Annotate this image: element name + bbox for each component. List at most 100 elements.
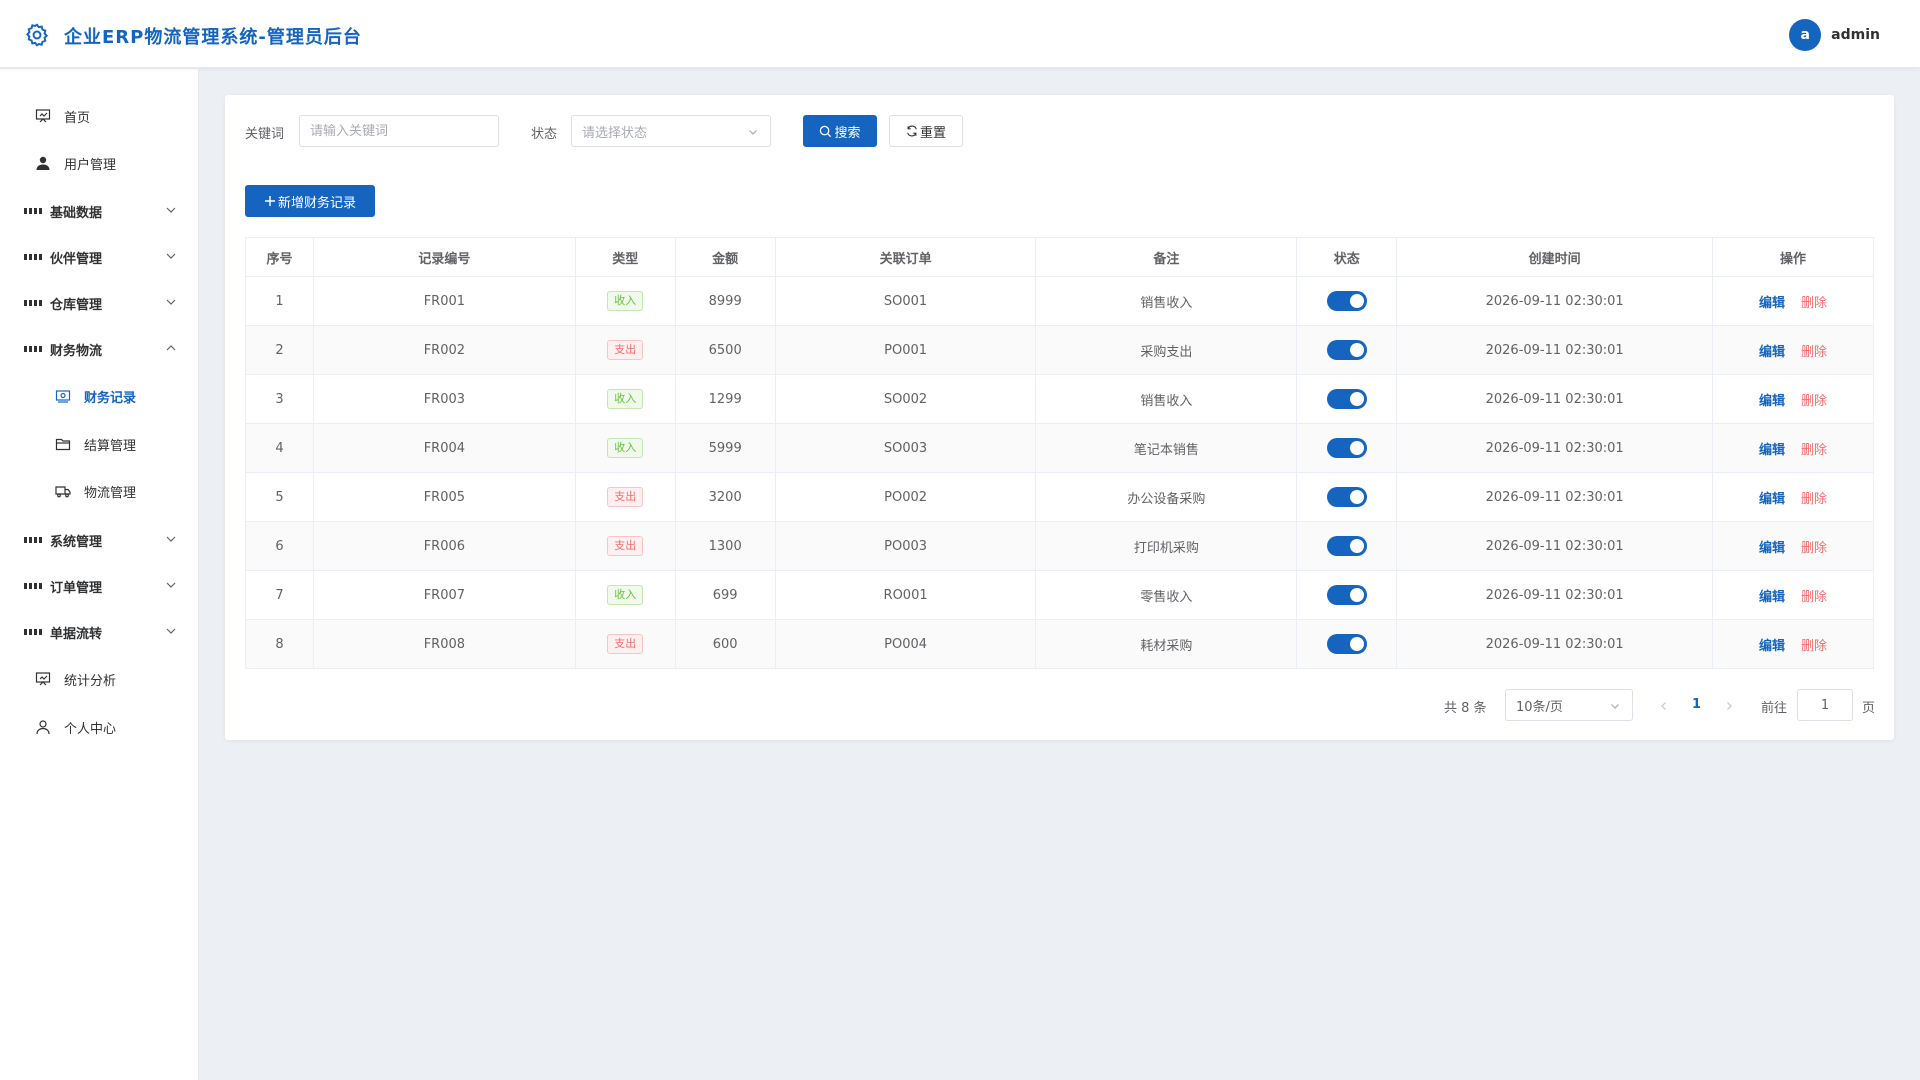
chevron-down-icon <box>1611 704 1619 709</box>
sidebar-group-orders[interactable]: 订单管理 <box>0 566 199 606</box>
delete-link[interactable]: 删除 <box>1801 296 1827 311</box>
cell-index: 7 <box>245 570 314 620</box>
delete-link[interactable]: 删除 <box>1801 590 1827 605</box>
sidebar-item-label: 个人中心 <box>64 721 117 737</box>
sidebar-group-warehouse[interactable]: 仓库管理 <box>0 283 199 323</box>
cell-index: 2 <box>245 325 314 375</box>
page-number-current[interactable]: 1 <box>1692 697 1701 712</box>
cell-remark: 办公设备采购 <box>1035 472 1298 522</box>
chevron-down-icon <box>166 253 176 259</box>
cell-amount: 3200 <box>674 472 776 522</box>
sidebar-item-label: 伙伴管理 <box>50 251 103 267</box>
user-menu[interactable]: a admin <box>1789 19 1880 51</box>
status-toggle[interactable] <box>1326 291 1367 311</box>
reset-button-label: 重置 <box>919 125 946 141</box>
sidebar-item-logistics[interactable]: 物流管理 <box>0 471 199 511</box>
sidebar: 首页 用户管理 基础数据 伙伴管理 仓库管理 财务物流 财务记录 结算管理 物流… <box>0 69 199 1080</box>
status-toggle[interactable] <box>1326 585 1367 605</box>
status-toggle[interactable] <box>1326 487 1367 507</box>
prev-page-icon[interactable] <box>1659 701 1669 711</box>
edit-link[interactable]: 编辑 <box>1759 345 1785 360</box>
sidebar-group-partners[interactable]: 伙伴管理 <box>0 237 199 277</box>
sidebar-item-finance-records[interactable]: 财务记录 <box>0 376 199 416</box>
status-label: 状态 <box>531 127 558 142</box>
delete-link[interactable]: 删除 <box>1801 639 1827 654</box>
chevron-down-icon <box>166 582 176 588</box>
cell-actions: 编辑 删除 <box>1712 374 1874 424</box>
sidebar-item-home[interactable]: 首页 <box>0 96 199 136</box>
edit-link[interactable]: 编辑 <box>1759 394 1785 409</box>
cell-actions: 编辑 删除 <box>1712 423 1874 473</box>
cell-index: 8 <box>245 619 314 669</box>
keyword-input-field[interactable] <box>310 123 488 139</box>
type-tag: 收入 <box>607 585 644 605</box>
add-finance-record-button[interactable]: 新增财务记录 <box>245 185 375 217</box>
delete-link[interactable]: 删除 <box>1801 443 1827 458</box>
chevron-down-icon <box>749 130 757 135</box>
table-row: 7 FR007 收入 699 RO001 零售收入 2026-09-11 02:30:01 编… <box>245 570 1874 620</box>
cell-amount: 5999 <box>674 423 776 473</box>
status-select[interactable]: 请选择状态 <box>571 115 771 147</box>
search-button[interactable]: 搜索 <box>803 115 877 147</box>
avatar[interactable]: a <box>1789 19 1822 51</box>
sidebar-item-users[interactable]: 用户管理 <box>0 143 199 183</box>
edit-link[interactable]: 编辑 <box>1759 443 1785 458</box>
delete-link[interactable]: 删除 <box>1801 492 1827 507</box>
sidebar-group-documents[interactable]: 单据流转 <box>0 612 199 652</box>
finance-records-table: 序号 记录编号 类型 金额 关联订单 备注 状态 创建时间 操作 1 FR001 收… <box>245 237 1874 669</box>
sidebar-item-settlement[interactable]: 结算管理 <box>0 424 199 464</box>
column-header: 序号 <box>245 237 314 277</box>
sidebar-item-label: 物流管理 <box>84 485 137 501</box>
money-icon <box>54 387 72 405</box>
sidebar-group-system[interactable]: 系统管理 <box>0 520 199 560</box>
user-outline-icon <box>34 718 52 736</box>
pagination-total: 共 8 条 <box>1444 701 1487 716</box>
delete-link[interactable]: 删除 <box>1801 345 1827 360</box>
grid-icon <box>24 202 42 220</box>
status-toggle[interactable] <box>1326 634 1367 654</box>
sidebar-group-finance-logistics[interactable]: 财务物流 <box>0 329 199 369</box>
truck-icon <box>54 482 72 500</box>
edit-link[interactable]: 编辑 <box>1759 492 1785 507</box>
cell-actions: 编辑 删除 <box>1712 521 1874 571</box>
goto-page-field[interactable] <box>1808 697 1842 713</box>
cell-record-code: FR003 <box>312 374 576 424</box>
status-toggle[interactable] <box>1326 536 1367 556</box>
cell-record-code: FR001 <box>312 276 576 326</box>
delete-link[interactable]: 删除 <box>1801 541 1827 556</box>
sidebar-item-statistics[interactable]: 统计分析 <box>0 659 199 699</box>
sidebar-group-basic-data[interactable]: 基础数据 <box>0 191 199 231</box>
sidebar-item-label: 首页 <box>64 110 91 126</box>
edit-link[interactable]: 编辑 <box>1759 639 1785 654</box>
keyword-input[interactable] <box>299 115 499 147</box>
edit-link[interactable]: 编辑 <box>1759 296 1785 311</box>
user-icon <box>34 154 52 172</box>
folder-icon <box>54 435 72 453</box>
search-icon <box>820 125 832 137</box>
cell-status <box>1296 374 1398 424</box>
delete-link[interactable]: 删除 <box>1801 394 1827 409</box>
cell-order: SO003 <box>774 423 1037 473</box>
cell-type: 支出 <box>574 325 676 375</box>
page-size-select[interactable]: 10条/页 <box>1505 689 1633 721</box>
status-toggle[interactable] <box>1326 389 1367 409</box>
cell-record-code: FR006 <box>312 521 576 571</box>
table-row: 8 FR008 支出 600 PO004 耗材采购 2026-09-11 02:30:01 编… <box>245 619 1874 669</box>
cell-actions: 编辑 删除 <box>1712 325 1874 375</box>
username[interactable]: admin <box>1831 27 1880 43</box>
edit-link[interactable]: 编辑 <box>1759 590 1785 605</box>
chevron-down-icon <box>166 207 176 213</box>
status-toggle[interactable] <box>1326 340 1367 360</box>
type-tag: 支出 <box>607 536 644 556</box>
sidebar-item-label: 基础数据 <box>50 205 103 221</box>
table-row: 4 FR004 收入 5999 SO003 笔记本销售 2026-09-11 02:30:0… <box>245 423 1874 473</box>
refresh-icon <box>907 125 917 137</box>
edit-link[interactable]: 编辑 <box>1759 541 1785 556</box>
reset-button[interactable]: 重置 <box>889 115 963 147</box>
sidebar-item-profile[interactable]: 个人中心 <box>0 707 199 747</box>
cell-remark: 销售收入 <box>1035 374 1298 424</box>
next-page-icon[interactable] <box>1724 701 1734 711</box>
cell-created-time: 2026-09-11 02:30:01 <box>1396 374 1714 424</box>
goto-page-input[interactable] <box>1797 689 1853 721</box>
status-toggle[interactable] <box>1326 438 1367 458</box>
